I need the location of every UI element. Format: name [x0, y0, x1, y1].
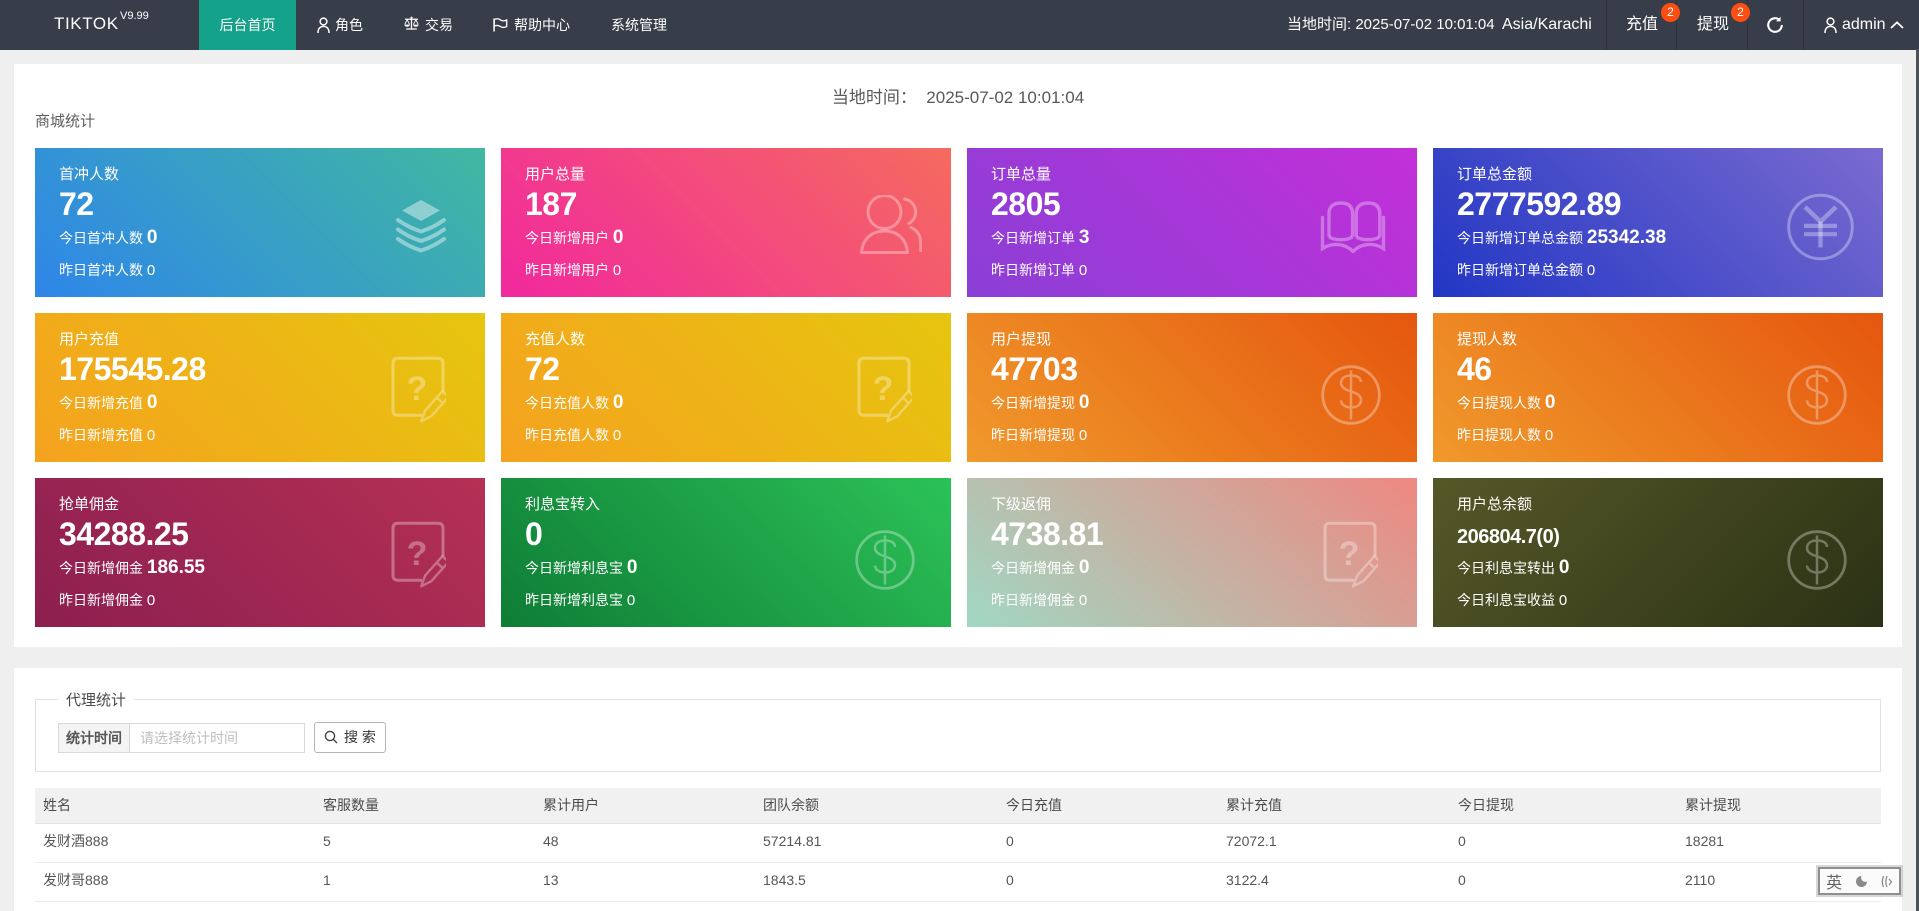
svg-text:?: ?: [407, 370, 428, 408]
svg-text:?: ?: [407, 535, 428, 573]
svg-text:?: ?: [1339, 535, 1360, 573]
svg-text:?: ?: [873, 370, 894, 408]
